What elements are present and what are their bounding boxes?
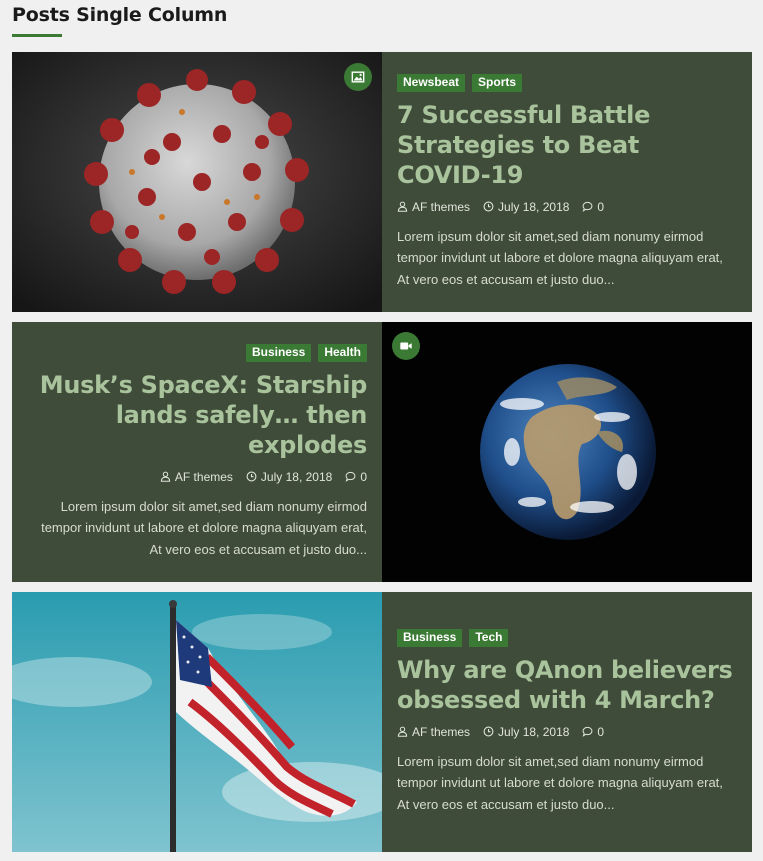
post-author[interactable]: AF themes [160, 470, 233, 484]
post-card: Business Tech Why are QAnon believers ob… [12, 592, 752, 852]
author-name: AF themes [412, 199, 471, 214]
user-icon [160, 471, 171, 483]
user-icon [397, 201, 408, 213]
post-author[interactable]: AF themes [397, 200, 470, 214]
clock-icon [483, 201, 494, 212]
post-excerpt: Lorem ipsum dolor sit amet,sed diam nonu… [397, 228, 723, 287]
post-categories: Business Health [245, 343, 367, 362]
clock-icon [483, 726, 494, 737]
post-content: Business Tech Why are QAnon believers ob… [382, 592, 752, 852]
post-card: Newsbeat Sports 7 Successful Battle Stra… [12, 52, 752, 312]
post-excerpt: Lorem ipsum dolor sit amet,sed diam nonu… [41, 498, 367, 557]
post-comments[interactable]: 0 [582, 725, 604, 739]
post-comments[interactable]: 0 [582, 200, 604, 214]
post-date[interactable]: July 18, 2018 [246, 470, 332, 484]
author-name: AF themes [412, 724, 471, 739]
clock-icon [246, 471, 257, 482]
post-excerpt: Lorem ipsum dolor sit amet,sed diam nonu… [397, 753, 723, 812]
comment-icon [582, 727, 593, 738]
post-categories: Newsbeat Sports [397, 73, 523, 92]
video-format-icon [392, 332, 420, 360]
comment-count: 0 [597, 199, 605, 214]
category-tag-tech[interactable]: Tech [469, 628, 509, 647]
category-tag-business[interactable]: Business [397, 628, 463, 647]
image-format-icon [344, 63, 372, 91]
post-comments[interactable]: 0 [345, 470, 367, 484]
category-tag-sports[interactable]: Sports [472, 73, 523, 92]
post-meta: AF themes July 18, 2018 0 [397, 725, 604, 739]
category-tag-health[interactable]: Health [318, 343, 367, 362]
post-author[interactable]: AF themes [397, 725, 470, 739]
post-content: Newsbeat Sports 7 Successful Battle Stra… [382, 52, 752, 312]
post-title-link[interactable]: Why are QAnon believers obsessed with 4 … [397, 655, 737, 715]
user-icon [397, 726, 408, 738]
post-meta: AF themes July 18, 2018 0 [397, 200, 604, 214]
post-meta: AF themes July 18, 2018 0 [160, 470, 367, 484]
comment-icon [345, 472, 356, 483]
comment-count: 0 [597, 724, 605, 739]
author-name: AF themes [174, 469, 233, 484]
category-tag-business[interactable]: Business [245, 343, 312, 362]
comment-count: 0 [360, 469, 367, 484]
post-title-link[interactable]: 7 Successful Battle Strategies to Beat C… [397, 100, 737, 190]
date-text: July 18, 2018 [498, 724, 570, 739]
comment-icon [582, 202, 593, 213]
post-content: Business Health Musk’s SpaceX: Starship … [12, 322, 382, 582]
category-tag-newsbeat[interactable]: Newsbeat [397, 73, 466, 92]
post-thumbnail-flag[interactable] [12, 592, 382, 852]
post-title-link[interactable]: Musk’s SpaceX: Starship lands safely… th… [27, 370, 368, 460]
post-categories: Business Tech [397, 628, 509, 647]
section-title-underline [12, 34, 62, 37]
post-date[interactable]: July 18, 2018 [483, 725, 569, 739]
date-text: July 18, 2018 [260, 469, 333, 484]
post-date[interactable]: July 18, 2018 [483, 200, 569, 214]
post-thumbnail-earth[interactable] [382, 322, 752, 582]
post-thumbnail-coronavirus[interactable] [12, 52, 382, 312]
post-card: Business Health Musk’s SpaceX: Starship … [12, 322, 752, 582]
section-title: Posts Single Column [12, 4, 228, 26]
date-text: July 18, 2018 [498, 199, 570, 214]
